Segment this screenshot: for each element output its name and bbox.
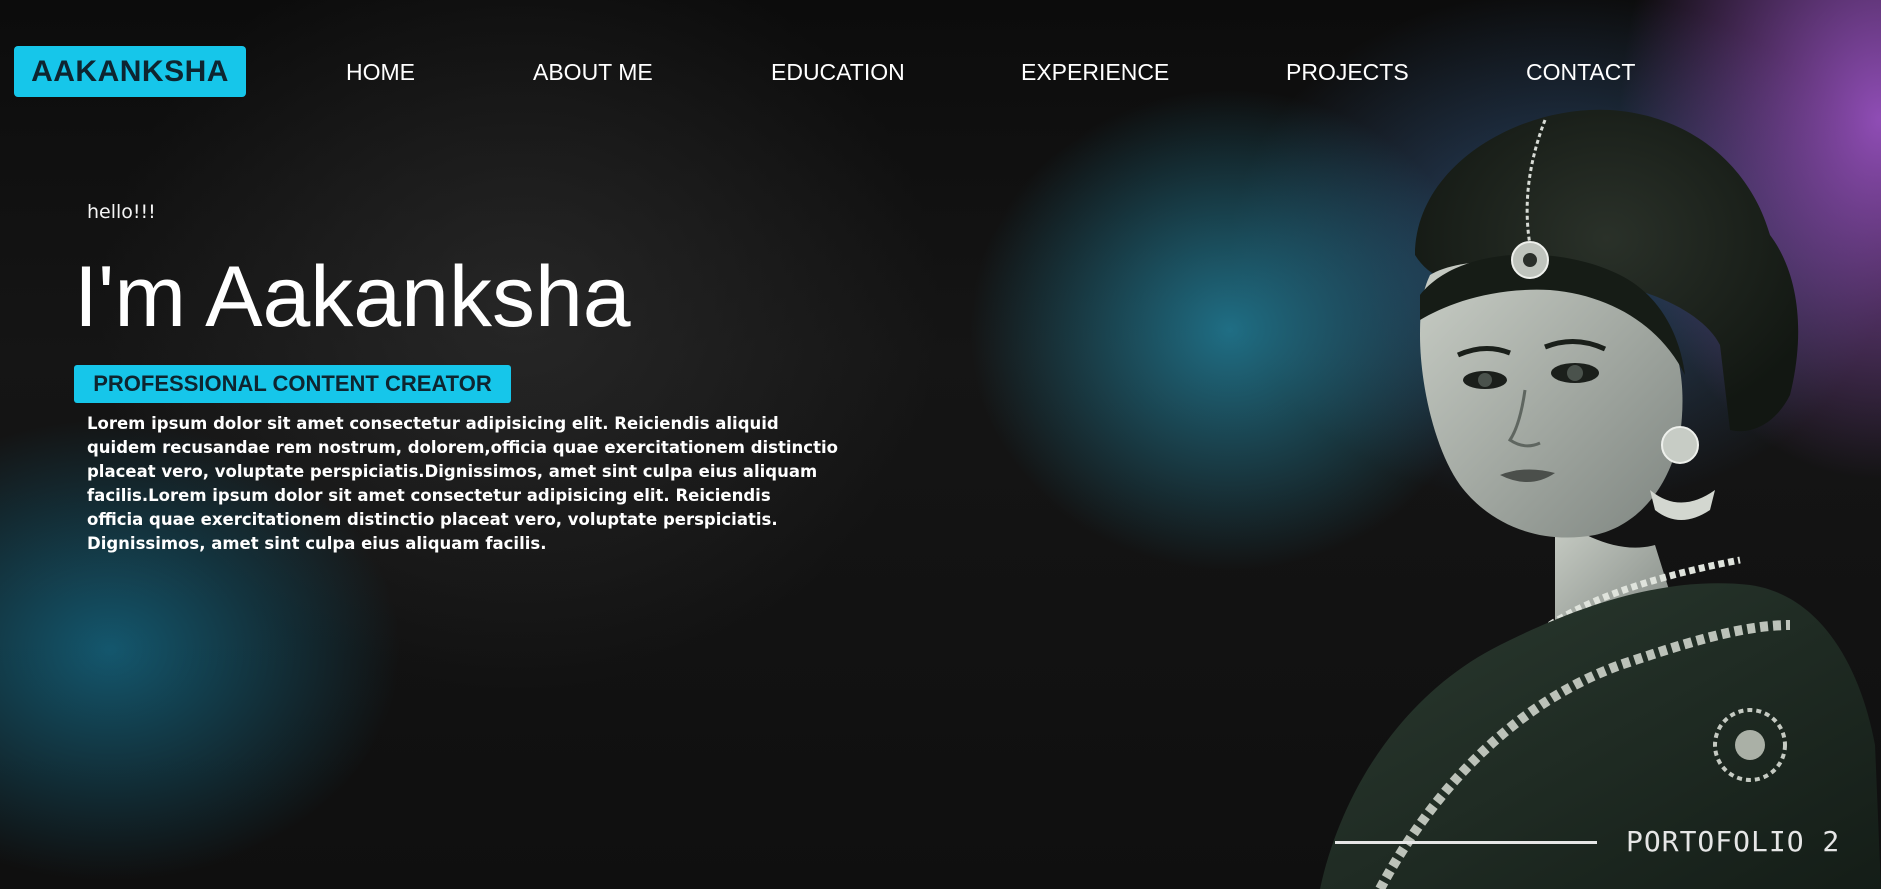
greeting-text: hello!!! xyxy=(87,201,156,223)
bio-line: Dignissimos, amet sint culpa eius aliqua… xyxy=(87,534,547,553)
bio-line: placeat vero, voluptate perspiciatis.Dig… xyxy=(87,462,818,481)
nav-item-education[interactable]: EDUCATION xyxy=(771,59,905,86)
footer-divider-line xyxy=(1335,841,1597,844)
hero-title: I'm Aakanksha xyxy=(74,249,631,345)
bio-paragraph: Lorem ipsum dolor sit amet consectetur a… xyxy=(87,412,838,556)
nav-item-about-me[interactable]: ABOUT ME xyxy=(533,59,653,86)
portfolio-label: PORTOFOLIO 2 xyxy=(1626,825,1841,858)
bio-line: facilis.Lorem ipsum dolor sit amet conse… xyxy=(87,486,771,505)
bio-line: quidem recusandae rem nostrum, dolorem,o… xyxy=(87,438,838,457)
profile-portrait-image xyxy=(1320,109,1881,889)
bio-line: officia quae exercitationem distinctio p… xyxy=(87,510,778,529)
nav-item-home[interactable]: HOME xyxy=(346,59,415,86)
brand-logo[interactable]: AAKANKSHA xyxy=(14,46,246,97)
nav-item-projects[interactable]: PROJECTS xyxy=(1286,59,1409,86)
bio-line: Lorem ipsum dolor sit amet consectetur a… xyxy=(87,414,779,433)
nav-item-experience[interactable]: EXPERIENCE xyxy=(1021,59,1169,86)
role-badge: PROFESSIONAL CONTENT CREATOR xyxy=(74,365,511,403)
nav-item-contact[interactable]: CONTACT xyxy=(1526,59,1635,86)
